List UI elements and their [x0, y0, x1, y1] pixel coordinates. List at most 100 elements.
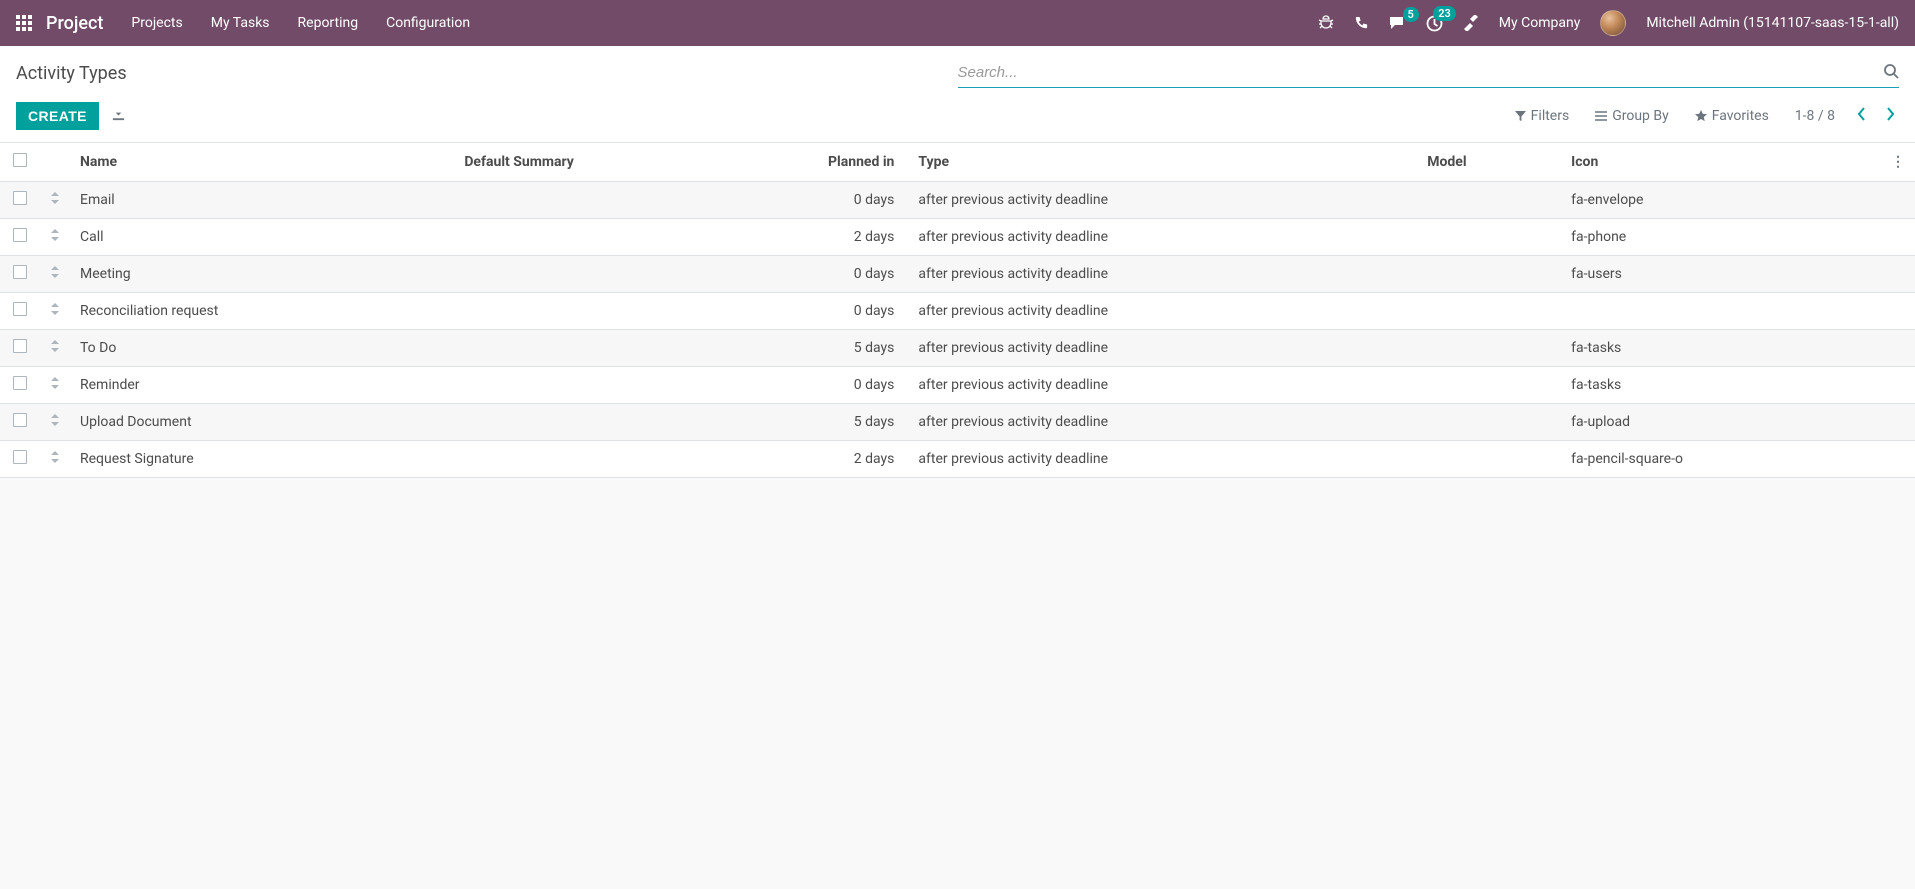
activity-types-table: Name Default Summary Planned in Type Mod… — [0, 143, 1915, 478]
select-all-checkbox[interactable] — [13, 153, 27, 167]
user-menu[interactable]: Mitchell Admin (15141107-saas-15-1-all) — [1646, 15, 1899, 31]
activities-icon[interactable]: 23 — [1426, 15, 1443, 32]
groupby-label: Group By — [1612, 108, 1669, 124]
cell-type: after previous activity deadline — [908, 256, 1417, 293]
pager-prev-icon[interactable] — [1853, 103, 1871, 129]
nav-configuration[interactable]: Configuration — [386, 15, 470, 31]
cell-icon: fa-phone — [1561, 219, 1881, 256]
table-row[interactable]: To Do5 daysafter previous activity deadl… — [0, 330, 1915, 367]
cell-default-summary — [454, 256, 768, 293]
cell-model — [1417, 441, 1561, 478]
row-checkbox[interactable] — [13, 413, 27, 427]
drag-handle-icon[interactable] — [40, 367, 70, 404]
favorites-label: Favorites — [1712, 108, 1769, 124]
table-row[interactable]: Upload Document5 daysafter previous acti… — [0, 404, 1915, 441]
cell-default-summary — [454, 367, 768, 404]
avatar[interactable] — [1600, 10, 1626, 36]
drag-handle-icon[interactable] — [40, 256, 70, 293]
search-bar — [958, 58, 1900, 88]
cell-type: after previous activity deadline — [908, 367, 1417, 404]
table-row[interactable]: Email 0 daysafter previous activity deadl… — [0, 182, 1915, 219]
cell-planned-in: 2 days — [768, 219, 908, 256]
table-row[interactable]: Reconciliation request0 daysafter previo… — [0, 293, 1915, 330]
cell-icon: fa-upload — [1561, 404, 1881, 441]
cell-default-summary — [454, 441, 768, 478]
cell-model — [1417, 182, 1561, 219]
app-brand[interactable]: Project — [46, 13, 103, 34]
row-checkbox[interactable] — [13, 450, 27, 464]
cell-model — [1417, 330, 1561, 367]
apps-icon[interactable] — [16, 15, 32, 31]
cell-type: after previous activity deadline — [908, 330, 1417, 367]
col-planned-in[interactable]: Planned in — [768, 143, 908, 182]
cell-name: Reminder — [70, 367, 454, 404]
table-row[interactable]: Request Signature2 daysafter previous ac… — [0, 441, 1915, 478]
messages-badge: 5 — [1403, 7, 1419, 22]
nav-projects[interactable]: Projects — [131, 15, 182, 31]
col-name[interactable]: Name — [70, 143, 454, 182]
download-icon[interactable] — [111, 107, 126, 126]
nav-reporting[interactable]: Reporting — [298, 15, 359, 31]
messages-icon[interactable]: 5 — [1389, 16, 1406, 31]
phone-icon[interactable] — [1354, 16, 1369, 31]
row-checkbox[interactable] — [13, 228, 27, 242]
drag-handle-icon[interactable] — [40, 182, 70, 219]
cell-model — [1417, 293, 1561, 330]
table-row[interactable]: Meeting 0 daysafter previous activity dea… — [0, 256, 1915, 293]
drag-handle-icon[interactable] — [40, 219, 70, 256]
table-row[interactable]: Call 2 daysafter previous activity deadli… — [0, 219, 1915, 256]
favorites-button[interactable]: Favorites — [1695, 108, 1769, 124]
tools-icon[interactable] — [1463, 15, 1479, 31]
cell-default-summary — [454, 293, 768, 330]
groupby-button[interactable]: Group By — [1595, 108, 1669, 124]
cell-type: after previous activity deadline — [908, 404, 1417, 441]
pager-next-icon[interactable] — [1881, 103, 1899, 129]
cell-name: Email — [70, 182, 454, 219]
company-switcher[interactable]: My Company — [1499, 15, 1581, 31]
table-row[interactable]: Reminder 0 daysafter previous activity de… — [0, 367, 1915, 404]
cell-default-summary — [454, 182, 768, 219]
cell-default-summary — [454, 330, 768, 367]
row-checkbox[interactable] — [13, 191, 27, 205]
drag-handle-icon[interactable] — [40, 441, 70, 478]
cell-name: Request Signature — [70, 441, 454, 478]
bug-icon[interactable] — [1318, 15, 1334, 31]
create-button[interactable]: CREATE — [16, 102, 99, 130]
main-navbar: Project Projects My Tasks Reporting Conf… — [0, 0, 1915, 46]
drag-handle-icon[interactable] — [40, 293, 70, 330]
cell-name: Reconciliation request — [70, 293, 454, 330]
col-icon[interactable]: Icon — [1561, 143, 1881, 182]
cell-planned-in: 0 days — [768, 256, 908, 293]
cell-default-summary — [454, 219, 768, 256]
cell-planned-in: 2 days — [768, 441, 908, 478]
activities-badge: 23 — [1433, 6, 1456, 21]
cell-name: To Do — [70, 330, 454, 367]
cell-icon — [1561, 293, 1881, 330]
pager-text[interactable]: 1-8 / 8 — [1795, 108, 1843, 124]
row-checkbox[interactable] — [13, 265, 27, 279]
nav-my-tasks[interactable]: My Tasks — [211, 15, 270, 31]
cell-planned-in: 0 days — [768, 367, 908, 404]
cell-icon: fa-users — [1561, 256, 1881, 293]
row-checkbox[interactable] — [13, 339, 27, 353]
drag-handle-icon[interactable] — [40, 404, 70, 441]
cell-type: after previous activity deadline — [908, 182, 1417, 219]
search-icon[interactable] — [1883, 63, 1899, 82]
cell-planned-in: 0 days — [768, 182, 908, 219]
search-input[interactable] — [958, 58, 1884, 87]
col-model[interactable]: Model — [1417, 143, 1561, 182]
row-checkbox[interactable] — [13, 302, 27, 316]
cell-name: Call — [70, 219, 454, 256]
drag-handle-icon[interactable] — [40, 330, 70, 367]
cell-name: Meeting — [70, 256, 454, 293]
row-checkbox[interactable] — [13, 376, 27, 390]
col-default-summary[interactable]: Default Summary — [454, 143, 768, 182]
cell-model — [1417, 367, 1561, 404]
filters-button[interactable]: Filters — [1515, 108, 1570, 124]
col-type[interactable]: Type — [908, 143, 1417, 182]
filters-label: Filters — [1531, 108, 1570, 124]
cell-name: Upload Document — [70, 404, 454, 441]
cell-default-summary — [454, 404, 768, 441]
column-options-icon[interactable]: ⋮ — [1881, 143, 1915, 182]
cell-type: after previous activity deadline — [908, 219, 1417, 256]
